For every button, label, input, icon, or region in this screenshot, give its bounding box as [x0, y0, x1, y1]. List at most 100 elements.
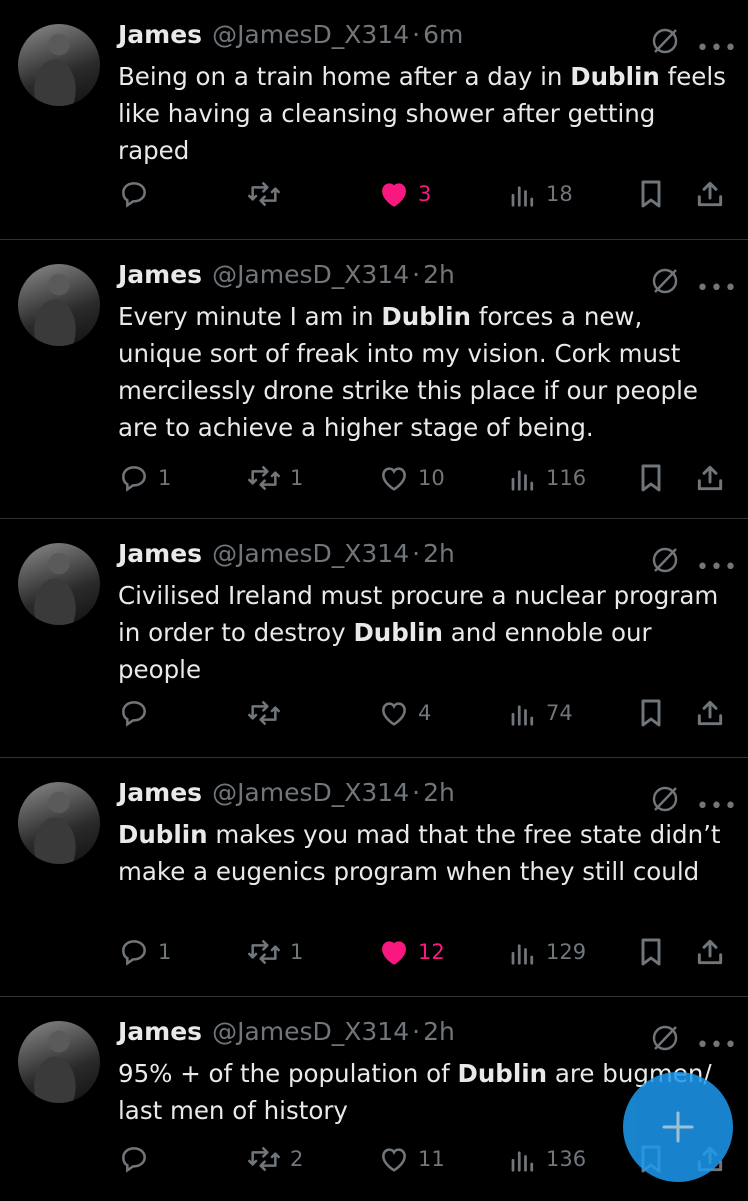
- timestamp[interactable]: 6m: [423, 20, 463, 49]
- tweet-header: James @JamesD_X314 · 2h: [118, 1017, 455, 1053]
- avatar[interactable]: [18, 782, 100, 864]
- views-icon: [511, 705, 534, 726]
- reply-icon: [122, 182, 146, 208]
- tweet-header: James @JamesD_X314 · 2h: [118, 778, 455, 814]
- user-handle[interactable]: @JamesD_X314: [212, 20, 409, 49]
- repost-count: 1: [290, 940, 304, 964]
- tweet[interactable]: James @JamesD_X314 · 2h ••• Dublin makes…: [0, 757, 748, 1037]
- bookmark-button[interactable]: [636, 174, 666, 214]
- display-name[interactable]: James: [118, 778, 202, 807]
- repost-icon: [248, 182, 280, 206]
- heart-icon: [382, 1148, 406, 1172]
- repost-icon: [248, 1147, 280, 1171]
- view-count: 116: [546, 466, 587, 490]
- views-icon: [511, 470, 534, 491]
- tweet[interactable]: James @JamesD_X314 · 2h ••• Every minute…: [0, 239, 748, 519]
- tweet[interactable]: James @JamesD_X314 · 2h ••• Civilised Ir…: [0, 518, 748, 798]
- repost-button[interactable]: [246, 174, 290, 214]
- view-count: 74: [546, 701, 573, 725]
- share-button[interactable]: [694, 932, 726, 972]
- share-button[interactable]: [694, 693, 726, 733]
- grok-icon[interactable]: [648, 543, 682, 577]
- grok-icon[interactable]: [648, 1021, 682, 1055]
- compose-button[interactable]: [623, 1072, 733, 1182]
- timestamp[interactable]: 2h: [423, 539, 455, 568]
- tweet-text: Being on a train home after a day in Dub…: [118, 62, 726, 165]
- view-count: 129: [546, 940, 587, 964]
- user-handle[interactable]: @JamesD_X314: [212, 778, 409, 807]
- like-button[interactable]: 10: [378, 458, 445, 498]
- avatar[interactable]: [18, 543, 100, 625]
- display-name[interactable]: James: [118, 260, 202, 289]
- reply-button[interactable]: 1: [118, 932, 171, 972]
- share-button[interactable]: [694, 458, 726, 498]
- tweet-header: James @JamesD_X314 · 2h: [118, 260, 455, 296]
- like-button[interactable]: 4: [378, 693, 431, 733]
- timestamp[interactable]: 2h: [423, 260, 455, 289]
- share-icon: [697, 465, 723, 491]
- like-count: 11: [418, 1147, 445, 1171]
- user-handle[interactable]: @JamesD_X314: [212, 1017, 409, 1046]
- tweet-actions: 4 74: [0, 693, 748, 733]
- tweet-actions: 3 18: [0, 174, 748, 214]
- repost-icon: [248, 701, 280, 725]
- reply-button[interactable]: [118, 693, 158, 733]
- tweet-text: Civilised Ireland must procure a nuclear…: [118, 581, 719, 684]
- tweet-text: Every minute I am in Dublin forces a new…: [118, 302, 698, 442]
- like-count: 12: [418, 940, 445, 964]
- user-handle[interactable]: @JamesD_X314: [212, 539, 409, 568]
- avatar[interactable]: [18, 1021, 100, 1103]
- tweet-actions: 1 1 10 116: [0, 458, 748, 498]
- view-count: 136: [546, 1147, 587, 1171]
- repost-count: 1: [290, 466, 304, 490]
- views-icon: [511, 944, 534, 965]
- display-name[interactable]: James: [118, 539, 202, 568]
- repost-button[interactable]: 2: [246, 1139, 303, 1179]
- heart-icon: [382, 467, 406, 491]
- repost-button[interactable]: 1: [246, 458, 303, 498]
- tweet-text: Dublin makes you mad that the free state…: [118, 820, 721, 886]
- bookmark-icon: [641, 938, 661, 966]
- share-icon: [697, 181, 723, 207]
- reply-count: 1: [158, 466, 172, 490]
- bookmark-button[interactable]: [636, 458, 666, 498]
- heart-icon: [382, 183, 406, 207]
- bookmark-icon: [641, 699, 661, 727]
- grok-icon[interactable]: [648, 264, 682, 298]
- reply-button[interactable]: [118, 174, 158, 214]
- like-button[interactable]: 3: [378, 174, 431, 214]
- reply-icon: [122, 466, 146, 492]
- bookmark-button[interactable]: [636, 693, 666, 733]
- reply-icon: [122, 940, 146, 966]
- views-icon: [511, 186, 534, 207]
- separator-dot: ·: [412, 20, 421, 49]
- like-count: 3: [418, 182, 432, 206]
- grok-icon[interactable]: [648, 782, 682, 816]
- avatar[interactable]: [18, 264, 100, 346]
- grok-icon[interactable]: [648, 24, 682, 58]
- repost-count: 2: [290, 1147, 304, 1171]
- views-button[interactable]: 116: [508, 458, 586, 498]
- views-button[interactable]: 74: [508, 693, 573, 733]
- bookmark-icon: [641, 464, 661, 492]
- user-handle[interactable]: @JamesD_X314: [212, 260, 409, 289]
- like-button[interactable]: 11: [378, 1139, 445, 1179]
- bookmark-button[interactable]: [636, 932, 666, 972]
- tweet[interactable]: James @JamesD_X314 · 6m ••• Being on a t…: [0, 0, 748, 279]
- share-button[interactable]: [694, 174, 726, 214]
- heart-icon: [382, 941, 406, 965]
- like-count: 4: [418, 701, 432, 725]
- display-name[interactable]: James: [118, 1017, 202, 1046]
- like-button[interactable]: 12: [378, 932, 445, 972]
- views-button[interactable]: 129: [508, 932, 586, 972]
- avatar[interactable]: [18, 24, 100, 106]
- reply-button[interactable]: 1: [118, 458, 171, 498]
- views-button[interactable]: 18: [508, 174, 573, 214]
- timestamp[interactable]: 2h: [423, 778, 455, 807]
- display-name[interactable]: James: [118, 20, 202, 49]
- repost-button[interactable]: 1: [246, 932, 303, 972]
- views-button[interactable]: 136: [508, 1139, 586, 1179]
- reply-button[interactable]: [118, 1139, 158, 1179]
- timestamp[interactable]: 2h: [423, 1017, 455, 1046]
- repost-button[interactable]: [246, 693, 290, 733]
